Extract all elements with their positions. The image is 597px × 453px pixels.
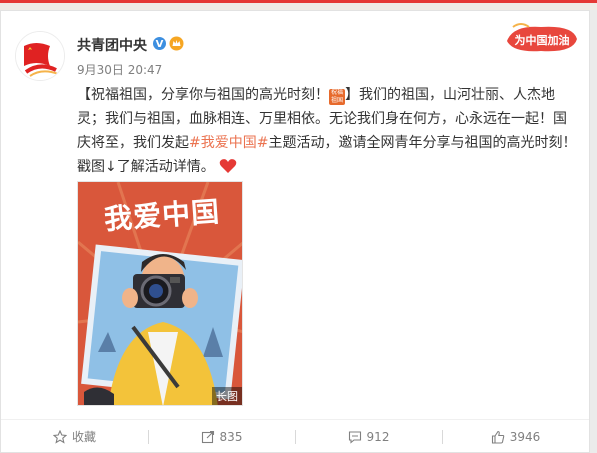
scrollbar[interactable] [590,10,597,453]
post-timestamp[interactable]: 9月30日 20:47 [77,61,162,78]
favorite-button[interactable]: 收藏 [1,420,148,453]
long-image-tag: 长图 [212,387,242,405]
crown-icon [169,36,184,51]
avatar[interactable] [15,31,65,81]
repost-button[interactable]: 835 [148,420,295,453]
svg-text:V: V [156,39,164,50]
topic-link[interactable]: #我爱中国# [189,135,268,151]
campaign-label: 为中国加油 [515,33,570,47]
post-image-poster[interactable]: 我爱中国 长图 [77,181,243,406]
post-text: 【祝福祖国，分享你与祖国的高光时刻！ 祝福祖国 】我们的祖国，山河壮丽、人杰地灵；我… [77,83,577,179]
flag-emblem-icon [16,32,64,80]
heart-icon [219,159,237,173]
like-count: 3946 [509,429,541,444]
comment-icon [348,430,361,444]
verified-icon: V [153,37,166,50]
user-name[interactable]: 共青团中央 [77,35,147,55]
like-button[interactable]: 3946 [442,420,589,453]
post-text-part1: 【祝福祖国，分享你与祖国的高光时刻！ [77,87,329,103]
comment-button[interactable]: 912 [295,420,442,453]
favorite-label: 收藏 [71,430,96,444]
comment-count: 912 [366,429,390,444]
star-icon [52,429,67,444]
like-icon [491,430,504,444]
poster-title: 我爱中国 [103,194,222,237]
campaign-badge[interactable]: 为中国加油 [503,19,581,57]
share-icon [201,430,214,443]
top-banner-strip [0,0,597,10]
post-action-bar: 收藏 835 912 3946 [1,419,589,453]
sticker-icon: 祝福祖国 [329,89,345,105]
repost-count: 835 [219,429,243,444]
weibo-post-card: 为中国加油 共青团中央 V 9月30日 20:47 【祝福祖国，分享你与祖国的高… [0,10,590,453]
